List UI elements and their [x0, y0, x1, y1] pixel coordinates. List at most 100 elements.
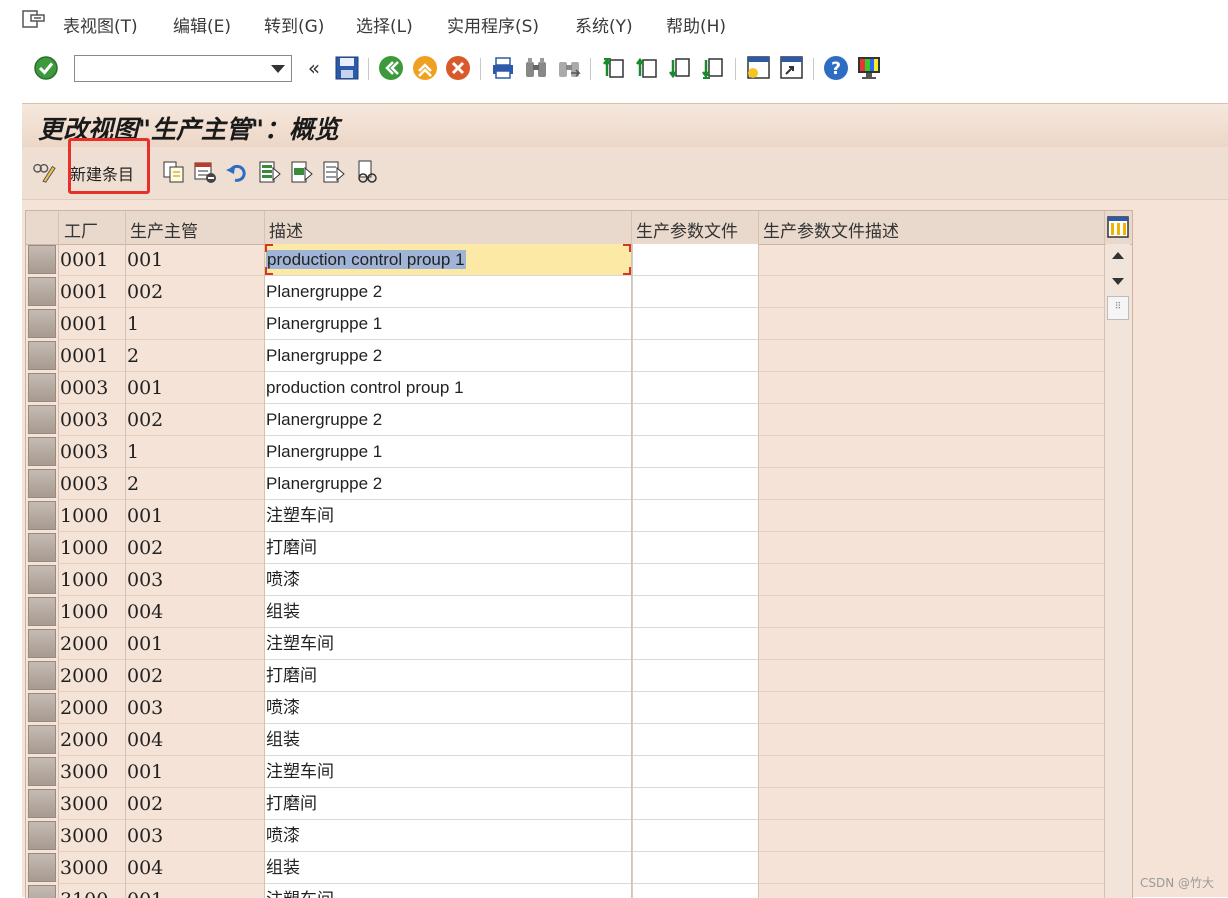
- last-page-icon[interactable]: [700, 54, 726, 82]
- cell-description[interactable]: 注塑车间: [265, 500, 631, 532]
- column-header-supervisor[interactable]: 生产主管: [130, 217, 198, 242]
- row-selector[interactable]: [28, 693, 56, 722]
- enter-icon[interactable]: [33, 54, 59, 82]
- print-field-list-icon[interactable]: [355, 159, 379, 185]
- cell-profile-input[interactable]: [632, 788, 758, 820]
- column-header-plant[interactable]: 工厂: [64, 217, 98, 242]
- cancel-icon[interactable]: [445, 54, 471, 82]
- find-icon[interactable]: [523, 54, 549, 82]
- row-selector[interactable]: [28, 821, 56, 850]
- row-selector[interactable]: [28, 501, 56, 530]
- row-selector[interactable]: [28, 533, 56, 562]
- row-selector[interactable]: [28, 725, 56, 754]
- cell-description[interactable]: production control proup 1: [265, 372, 631, 404]
- cell-profile-input[interactable]: [632, 308, 758, 340]
- back-icon[interactable]: [378, 54, 404, 82]
- cell-profile-input[interactable]: [632, 532, 758, 564]
- menu-edit[interactable]: 编辑(E): [173, 12, 231, 37]
- column-header-profile-description[interactable]: 生产参数文件描述: [763, 217, 899, 242]
- row-selector[interactable]: [28, 341, 56, 370]
- cell-description[interactable]: Planergruppe 1: [265, 436, 631, 468]
- cell-profile-input[interactable]: [632, 884, 758, 898]
- row-selector[interactable]: [28, 661, 56, 690]
- find-next-icon[interactable]: [556, 54, 582, 82]
- row-selector[interactable]: [28, 885, 56, 898]
- row-selector[interactable]: [28, 597, 56, 626]
- first-page-icon[interactable]: [601, 54, 627, 82]
- cell-profile-input[interactable]: [632, 404, 758, 436]
- previous-page-icon[interactable]: [634, 54, 660, 82]
- create-session-icon[interactable]: [745, 54, 771, 82]
- cell-profile-input[interactable]: [632, 820, 758, 852]
- cell-profile-input[interactable]: [632, 436, 758, 468]
- cell-description[interactable]: Planergruppe 2: [265, 468, 631, 500]
- cell-description[interactable]: Planergruppe 1: [265, 308, 631, 340]
- vertical-scrollbar[interactable]: ⠿: [1106, 244, 1130, 897]
- cell-profile-input[interactable]: [632, 468, 758, 500]
- row-selector[interactable]: [28, 245, 56, 274]
- scroll-up-icon[interactable]: [1112, 252, 1124, 259]
- cell-description[interactable]: 喷漆: [265, 692, 631, 724]
- delete-icon[interactable]: [194, 159, 218, 185]
- collapse-icon[interactable]: «: [301, 54, 327, 82]
- select-all-icon[interactable]: [258, 159, 282, 185]
- menu-icon[interactable]: [22, 10, 46, 30]
- cell-description[interactable]: 组装: [265, 596, 631, 628]
- next-page-icon[interactable]: [667, 54, 693, 82]
- row-selector[interactable]: [28, 309, 56, 338]
- shortcut-icon[interactable]: [779, 54, 805, 82]
- cell-description[interactable]: Planergruppe 2: [265, 340, 631, 372]
- cell-description[interactable]: 注塑车间: [265, 884, 631, 898]
- cell-profile-input[interactable]: [632, 340, 758, 372]
- row-selector[interactable]: [28, 277, 56, 306]
- deselect-all-icon[interactable]: [322, 159, 346, 185]
- undo-icon[interactable]: [225, 159, 249, 185]
- cell-description[interactable]: 喷漆: [265, 820, 631, 852]
- cell-profile-input[interactable]: [632, 756, 758, 788]
- cell-profile-input[interactable]: [632, 500, 758, 532]
- menu-utilities[interactable]: 实用程序(S): [447, 12, 539, 37]
- cell-description[interactable]: 喷漆: [265, 564, 631, 596]
- exit-icon[interactable]: [412, 54, 438, 82]
- menu-table-view[interactable]: 表视图(T): [63, 12, 138, 37]
- command-field[interactable]: [74, 55, 292, 82]
- row-selector[interactable]: [28, 405, 56, 434]
- row-selector[interactable]: [28, 469, 56, 498]
- cell-profile-input[interactable]: [632, 596, 758, 628]
- cell-description[interactable]: 注塑车间: [265, 756, 631, 788]
- cell-profile-input[interactable]: [632, 628, 758, 660]
- column-header-profile[interactable]: 生产参数文件: [636, 217, 738, 242]
- cell-description[interactable]: 打磨间: [265, 532, 631, 564]
- cell-description[interactable]: 注塑车间: [265, 628, 631, 660]
- menu-select[interactable]: 选择(L): [356, 12, 413, 37]
- cell-profile-input[interactable]: [632, 660, 758, 692]
- row-selector[interactable]: [28, 789, 56, 818]
- menu-help[interactable]: 帮助(H): [666, 12, 726, 37]
- cell-description[interactable]: 组装: [265, 724, 631, 756]
- cell-description[interactable]: production control proup 1: [265, 244, 631, 276]
- help-icon[interactable]: ?: [823, 54, 849, 82]
- cell-profile-input[interactable]: [632, 244, 758, 276]
- cell-description[interactable]: 组装: [265, 852, 631, 884]
- select-block-icon[interactable]: [290, 159, 314, 185]
- cell-description[interactable]: 打磨间: [265, 788, 631, 820]
- copy-as-icon[interactable]: [162, 159, 186, 185]
- column-header-description[interactable]: 描述: [269, 217, 303, 242]
- menu-system[interactable]: 系统(Y): [575, 12, 633, 37]
- customize-layout-icon[interactable]: [856, 54, 882, 82]
- cell-profile-input[interactable]: [632, 692, 758, 724]
- cell-profile-input[interactable]: [632, 372, 758, 404]
- cell-profile-input[interactable]: [632, 276, 758, 308]
- row-selector[interactable]: [28, 437, 56, 466]
- save-icon[interactable]: [334, 54, 360, 82]
- cell-description[interactable]: 打磨间: [265, 660, 631, 692]
- cell-profile-input[interactable]: [632, 724, 758, 756]
- chevron-down-icon[interactable]: [271, 65, 285, 73]
- cell-profile-input[interactable]: [632, 852, 758, 884]
- cell-description[interactable]: Planergruppe 2: [265, 276, 631, 308]
- display-change-icon[interactable]: [32, 159, 56, 185]
- row-selector[interactable]: [28, 757, 56, 786]
- scroll-thumb[interactable]: ⠿: [1107, 296, 1129, 320]
- row-selector[interactable]: [28, 853, 56, 882]
- cell-profile-input[interactable]: [632, 564, 758, 596]
